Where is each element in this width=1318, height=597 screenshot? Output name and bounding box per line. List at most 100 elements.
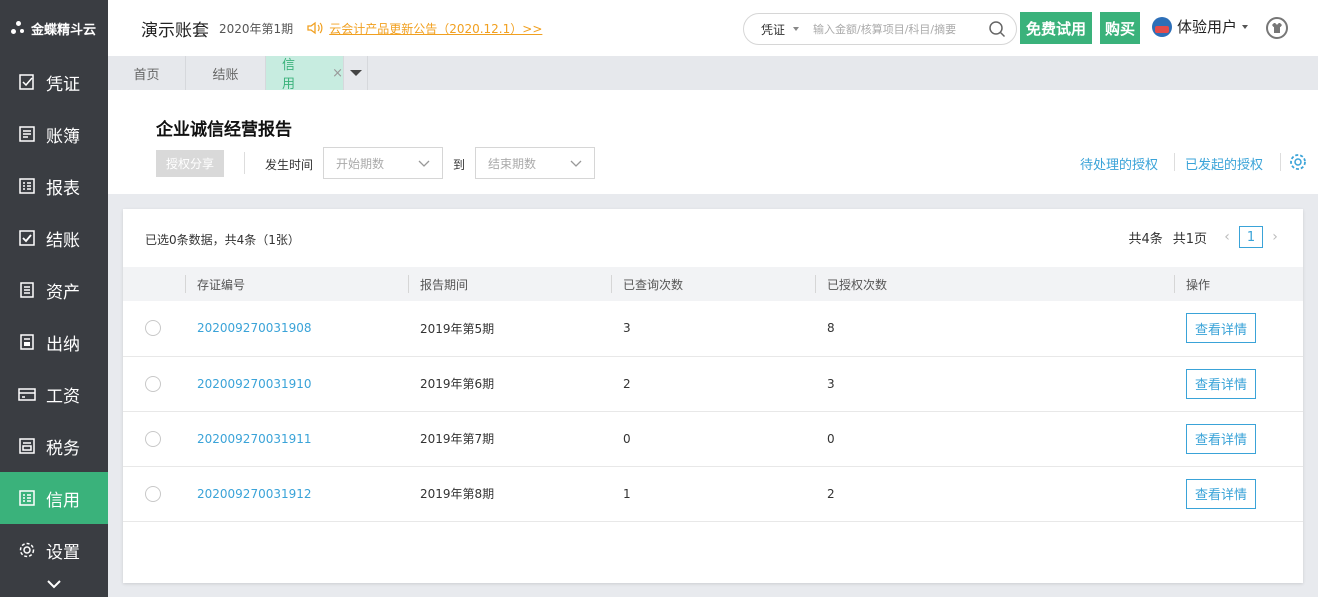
sidebar-item-credit[interactable]: 信用 — [0, 472, 108, 524]
divider — [1174, 153, 1175, 171]
search-icon[interactable] — [988, 20, 1006, 38]
sidebar-item-label: 结账 — [46, 230, 80, 251]
table-row: 202009270031910 2019年第6期 2 3 查看详情 — [123, 356, 1303, 411]
voucher-id-link[interactable]: 202009270031910 — [197, 377, 312, 391]
voucher-id-link[interactable]: 202009270031911 — [197, 432, 312, 446]
report-period: 2019年第6期 — [420, 377, 495, 391]
voucher-icon — [18, 73, 36, 91]
sidebar-item-label: 账簿 — [46, 126, 80, 147]
sidebar-item-cashier[interactable]: 出纳 — [0, 316, 108, 368]
query-count: 3 — [623, 321, 631, 336]
credit-report-card: 已选0条数据，共4条（1张） 共4条 共1页 ‹ 1 › 存证编号 报告期间 已… — [123, 209, 1303, 583]
credit-report-table: 存证编号 报告期间 已查询次数 已授权次数 操作 202009270031908… — [123, 267, 1303, 522]
view-details-button[interactable]: 查看详情 — [1186, 313, 1256, 344]
prev-page-icon[interactable]: ‹ — [1221, 229, 1233, 245]
table-row: 202009270031908 2019年第5期 3 8 查看详情 — [123, 301, 1303, 356]
sidebar-item-ledger[interactable]: 账簿 — [0, 108, 108, 160]
view-details-button[interactable]: 查看详情 — [1186, 478, 1256, 509]
selection-info: 已选0条数据，共4条（1张） — [145, 233, 300, 247]
tab-home[interactable]: 首页 — [108, 56, 186, 90]
sidebar-item-asset[interactable]: 资产 — [0, 264, 108, 316]
row-radio[interactable] — [145, 375, 161, 392]
tab-dropdown-button[interactable] — [344, 56, 368, 90]
sidebar-item-salary[interactable]: 工资 — [0, 368, 108, 420]
voucher-id-link[interactable]: 202009270031912 — [197, 487, 312, 501]
credit-icon — [18, 489, 36, 507]
caret-down-icon — [793, 27, 800, 31]
select-column-header — [123, 267, 185, 301]
table-row: 202009270031911 2019年第7期 0 0 查看详情 — [123, 411, 1303, 466]
page-number[interactable]: 1 — [1239, 226, 1263, 248]
voucher-id-link[interactable]: 202009270031908 — [197, 321, 312, 335]
total-pages: 共1页 — [1172, 231, 1207, 247]
report-icon — [18, 177, 36, 195]
sidebar-item-settings[interactable]: 设置 — [0, 524, 108, 576]
sidebar-item-label: 工资 — [46, 386, 80, 407]
buy-button[interactable]: 购买 — [1100, 12, 1140, 44]
tab-checkout[interactable]: 结账 — [186, 56, 266, 90]
start-period-select[interactable]: 开始期数 — [323, 147, 443, 179]
view-details-button[interactable]: 查看详情 — [1186, 368, 1256, 399]
page-tabs: 首页 结账 信用 × — [108, 56, 1318, 92]
avatar — [1152, 16, 1172, 37]
sidebar-item-label: 报表 — [46, 178, 80, 199]
checkout-icon — [18, 229, 36, 247]
chevron-down-icon — [418, 160, 430, 167]
sidebar-item-tax[interactable]: 税务 — [0, 420, 108, 472]
next-page-icon[interactable]: › — [1269, 229, 1281, 245]
gear-icon — [18, 541, 36, 559]
row-radio[interactable] — [145, 485, 161, 502]
authorize-share-button[interactable]: 授权分享 — [156, 150, 224, 177]
sidebar-item-label: 设置 — [46, 542, 80, 563]
row-radio[interactable] — [145, 320, 161, 337]
sidebar-item-voucher[interactable]: 凭证 — [0, 56, 108, 108]
settings-gear-icon[interactable] — [1289, 153, 1307, 171]
close-icon[interactable]: × — [332, 66, 343, 81]
pending-authorization-link[interactable]: 待处理的授权 — [1080, 154, 1158, 173]
sidebar-item-label: 信用 — [46, 490, 80, 511]
triangle-down-icon — [349, 70, 362, 76]
sidebar-item-label: 凭证 — [46, 74, 80, 95]
auth-count: 0 — [827, 431, 835, 446]
table-header-row: 存证编号 报告期间 已查询次数 已授权次数 操作 — [123, 267, 1303, 301]
end-period-select[interactable]: 结束期数 — [475, 147, 595, 179]
tab-credit[interactable]: 信用 × — [266, 56, 344, 92]
caret-down-icon — [1242, 24, 1249, 29]
column-header-auths: 已授权次数 — [815, 267, 1174, 301]
free-trial-button[interactable]: 免费试用 — [1020, 12, 1092, 44]
user-menu[interactable]: 体验用户 — [1152, 16, 1249, 37]
update-notice-text: 云会计产品更新公告（2020.12.1）>> — [329, 21, 543, 36]
brand-logo[interactable]: 金蝶精斗云 — [0, 0, 108, 56]
chevron-down-icon — [570, 160, 582, 167]
auth-count: 8 — [827, 321, 835, 336]
view-details-button[interactable]: 查看详情 — [1186, 423, 1256, 454]
search-bar: 凭证 — [743, 13, 1017, 45]
time-label: 发生时间 — [265, 158, 314, 172]
skin-theme-icon[interactable] — [1266, 17, 1288, 39]
sent-authorization-link[interactable]: 已发起的授权 — [1185, 154, 1263, 173]
sidebar-expand-button[interactable] — [0, 573, 108, 595]
logo-dots-icon — [10, 19, 28, 37]
column-header-voucher-id: 存证编号 — [185, 267, 408, 301]
row-radio[interactable] — [145, 430, 161, 447]
search-input[interactable] — [813, 22, 974, 36]
cashier-icon — [18, 333, 36, 351]
update-notice-link[interactable]: 云会计产品更新公告（2020.12.1）>> — [307, 20, 542, 37]
top-header: 演示账套 2020年第1期 云会计产品更新公告（2020.12.1）>> 凭证 … — [108, 0, 1318, 56]
sidebar-item-report[interactable]: 报表 — [0, 160, 108, 212]
report-header-panel: 企业诚信经营报告 授权分享 发生时间 开始期数 到 结束期数 待处理的授权 已发… — [108, 90, 1318, 194]
sidebar-item-checkout[interactable]: 结账 — [0, 212, 108, 264]
to-label: 到 — [453, 158, 466, 172]
logo-text: 金蝶精斗云 — [31, 22, 97, 38]
sidebar-item-label: 税务 — [46, 438, 80, 459]
column-header-action: 操作 — [1174, 267, 1303, 301]
salary-icon — [18, 385, 36, 403]
total-count: 共4条 — [1128, 231, 1163, 247]
divider — [1280, 153, 1281, 171]
page-title: 企业诚信经营报告 — [156, 120, 292, 140]
report-period: 2019年第5期 — [420, 321, 495, 336]
account-title[interactable]: 演示账套 — [141, 16, 209, 41]
chevron-down-icon — [47, 580, 61, 589]
search-type-select[interactable]: 凭证 — [761, 21, 800, 38]
query-count: 2 — [623, 376, 631, 391]
